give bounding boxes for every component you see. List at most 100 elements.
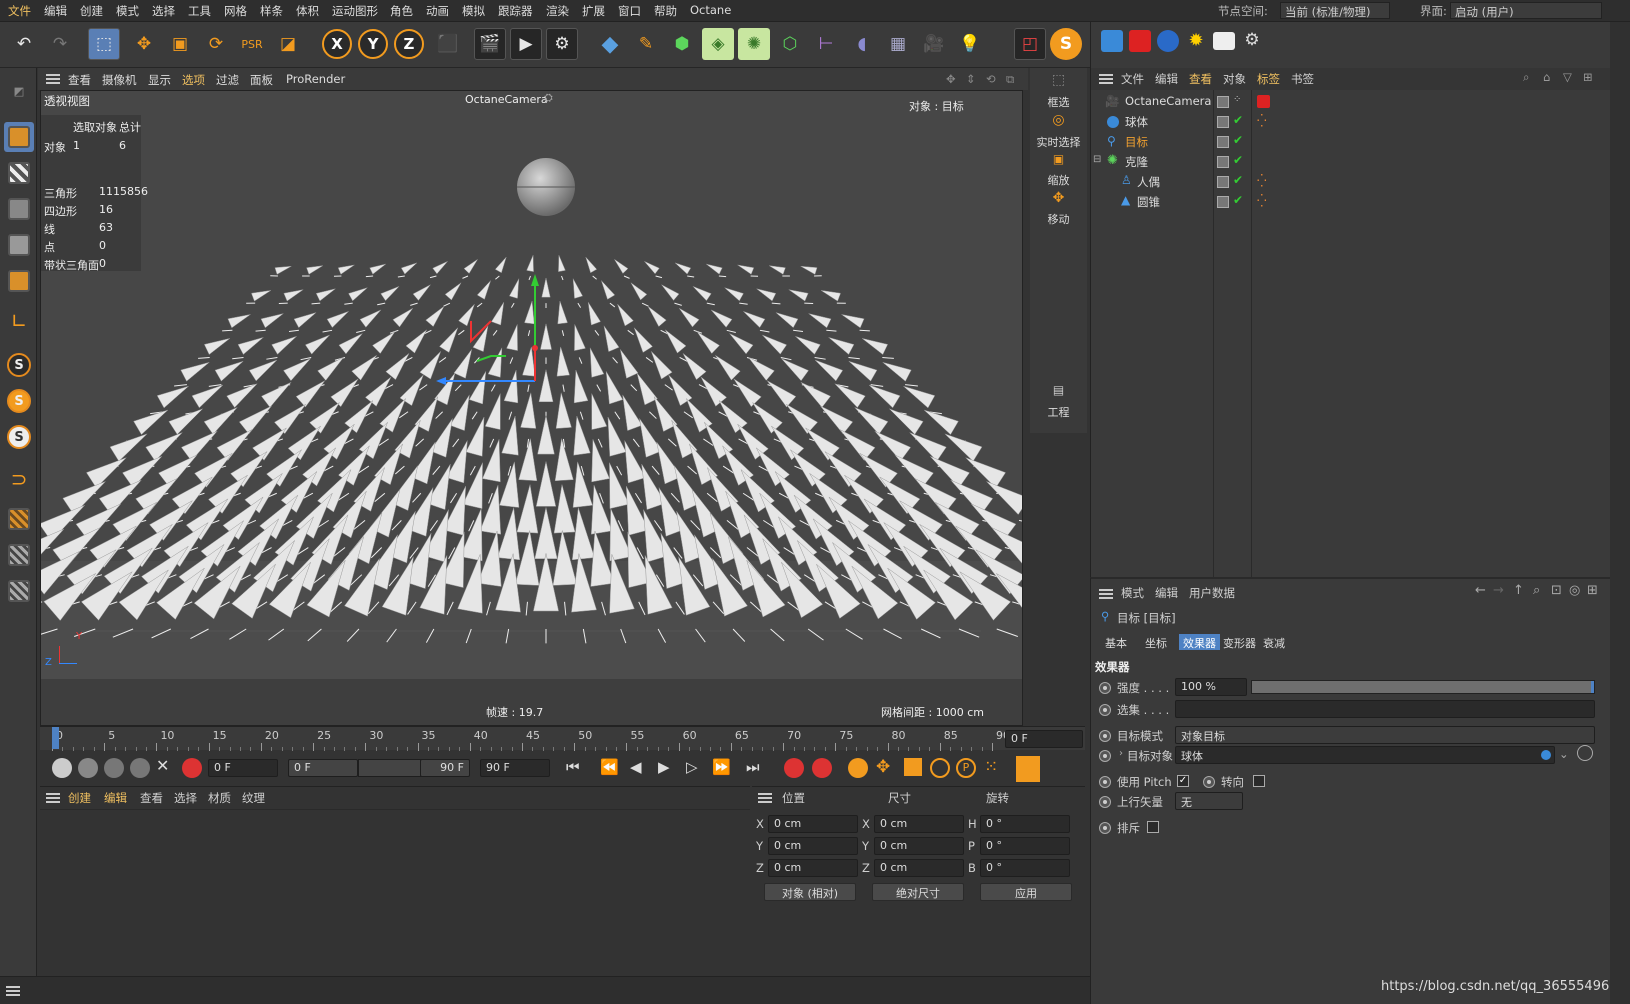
mat-menu-select[interactable]: 选择 [174,790,197,806]
obj-menu-edit[interactable]: 编辑 [1155,71,1178,87]
visibility-toggle[interactable] [1217,116,1229,128]
material-preview-icon[interactable] [52,758,72,778]
axis-y-button[interactable]: Y [358,29,388,59]
expand-toggle-icon[interactable]: ⊟ [1093,154,1101,165]
obj-menu-bookmarks[interactable]: 书签 [1291,71,1314,87]
mat-menu-edit[interactable]: 编辑 [104,790,127,806]
strength-anim-icon[interactable] [1099,682,1111,694]
object-row-sphere[interactable]: 球体 ✔ ⁛ [1091,112,1611,132]
layout-select[interactable]: 启动 (用户) [1450,2,1602,19]
target-object-picker-icon[interactable] [1577,745,1593,761]
menu-mode[interactable]: 模式 [116,3,139,19]
enabled-check-icon[interactable]: ✔ [1233,133,1243,147]
tab-effector[interactable]: 效果器 [1179,634,1220,650]
obj-home-icon[interactable]: ⌂ [1543,70,1550,84]
light-icon[interactable]: 💡 [954,28,986,60]
target-mode-anim-icon[interactable] [1099,730,1111,742]
move-icon[interactable]: ✥ [1030,190,1087,206]
reverse-anim-icon[interactable] [1203,776,1215,788]
texture-mode-icon[interactable] [4,158,34,188]
strength-slider[interactable] [1251,680,1595,694]
coord-mode-select[interactable]: 对象 (相对) [764,883,856,901]
tab-basic[interactable]: 基本 [1101,634,1131,650]
vp-orbit-icon[interactable]: ⟲ [986,72,996,86]
vp-menu-panel[interactable]: 面板 [250,72,273,88]
attr-up-icon[interactable]: ↑ [1513,583,1524,598]
menu-spline[interactable]: 样条 [260,3,283,19]
scale-icon[interactable]: ▣ [1030,152,1087,166]
octane-live-viewer-icon[interactable]: ◰ [1014,28,1046,60]
enabled-check-icon[interactable]: ✔ [1233,193,1243,207]
axis-mode-icon[interactable]: ∟ [4,306,34,336]
octane-gear-icon[interactable]: ⚙ [1241,30,1263,52]
lock-workplane-icon[interactable] [4,540,34,570]
render-view-icon[interactable]: 🎬 [474,28,506,60]
scale-button[interactable]: 缩放 [1030,172,1087,188]
project-button[interactable]: 工程 [1030,404,1087,420]
axis-z-button[interactable]: Z [394,29,424,59]
coord-apply-button[interactable]: 应用 [980,883,1072,901]
undo-icon[interactable]: ↶ [8,28,40,60]
coord-size-mode-select[interactable]: 绝对尺寸 [872,883,964,901]
vp-menu-options[interactable]: 选项 [182,72,205,88]
record-key-icon[interactable] [784,758,804,778]
project-icon[interactable]: ▤ [1030,383,1087,397]
menu-window[interactable]: 窗口 [618,3,641,19]
mat-menu-create[interactable]: 创建 [68,790,91,806]
make-editable-icon[interactable]: ◩ [4,76,34,106]
edges-mode-icon[interactable] [4,230,34,260]
box-select-button[interactable]: 框选 [1030,94,1087,110]
octane-area-light-icon[interactable] [1213,32,1235,50]
object-row-cone[interactable]: ▲ 圆锥 ✔ ⁛ [1091,192,1611,212]
cloner-icon[interactable]: ◈ [702,28,734,60]
attr-new-window-icon[interactable]: ⊞ [1587,583,1598,598]
axis-x-button[interactable]: X [322,29,352,59]
sphere-preview-icon[interactable] [78,758,98,778]
next-key-icon[interactable]: ⏩ [712,758,731,776]
coord-rot-p-field[interactable]: 0 ° [980,837,1070,855]
obj-menu-objects[interactable]: 对象 [1223,71,1246,87]
mat-menu-material[interactable]: 材质 [208,790,231,806]
mat-menu-texture[interactable]: 纹理 [242,790,265,806]
enabled-check-icon[interactable]: ✔ [1233,173,1243,187]
material-menu-icon[interactable] [46,793,60,803]
vp-menu-display[interactable]: 显示 [148,72,171,88]
visibility-toggle[interactable] [1217,136,1229,148]
menu-animate[interactable]: 动画 [426,3,449,19]
record-mode-icon[interactable] [182,758,202,778]
octane-sun-icon[interactable]: ✹ [1185,30,1207,52]
menu-volume[interactable]: 体积 [296,3,319,19]
menu-render[interactable]: 渲染 [546,3,569,19]
use-pitch-checkbox[interactable]: ✓ [1177,775,1189,787]
octane-render-icon[interactable] [1129,30,1151,52]
object-row-target[interactable]: ⚲ 目标 ✔ [1091,132,1611,152]
visibility-toggle[interactable] [1217,196,1229,208]
strength-field[interactable]: 100 % [1175,678,1247,696]
attr-menu-user-data[interactable]: 用户数据 [1189,585,1235,601]
move-tool-icon[interactable]: ✥ [128,28,160,60]
visibility-toggle[interactable] [1217,156,1229,168]
selection-anim-icon[interactable] [1099,704,1111,716]
plugin-s-icon[interactable]: S [1050,28,1082,60]
material-tag-icon[interactable]: ⁛ [1257,194,1267,208]
range-end-field[interactable]: 90 F [420,759,470,777]
workplane-icon[interactable] [4,504,34,534]
menu-mograph[interactable]: 运动图形 [332,3,378,19]
render-settings-icon[interactable]: ⚙ [546,28,578,60]
grid-snap-icon[interactable] [4,576,34,606]
target-object-dropdown-icon[interactable]: ⌄ [1559,747,1569,761]
menu-extensions[interactable]: 扩展 [582,3,605,19]
tab-coords[interactable]: 坐标 [1141,634,1171,650]
snap-s-icon-1[interactable]: S [4,350,34,380]
prev-key-icon[interactable]: ⏪ [600,758,619,776]
coord-rot-b-field[interactable]: 0 ° [980,859,1070,877]
range-start-field[interactable]: 0 F [288,759,358,777]
vp-maximize-icon[interactable]: ⧉ [1006,72,1014,87]
polygons-mode-icon[interactable] [4,266,34,296]
deformer-icon[interactable]: ⊢ [810,28,842,60]
rotate-tool-icon[interactable]: ⟳ [200,28,232,60]
object-menu-icon[interactable] [1099,74,1113,84]
vp-menu-view[interactable]: 查看 [68,72,91,88]
attr-back-icon[interactable]: ← [1475,583,1486,598]
menu-edit[interactable]: 编辑 [44,3,67,19]
